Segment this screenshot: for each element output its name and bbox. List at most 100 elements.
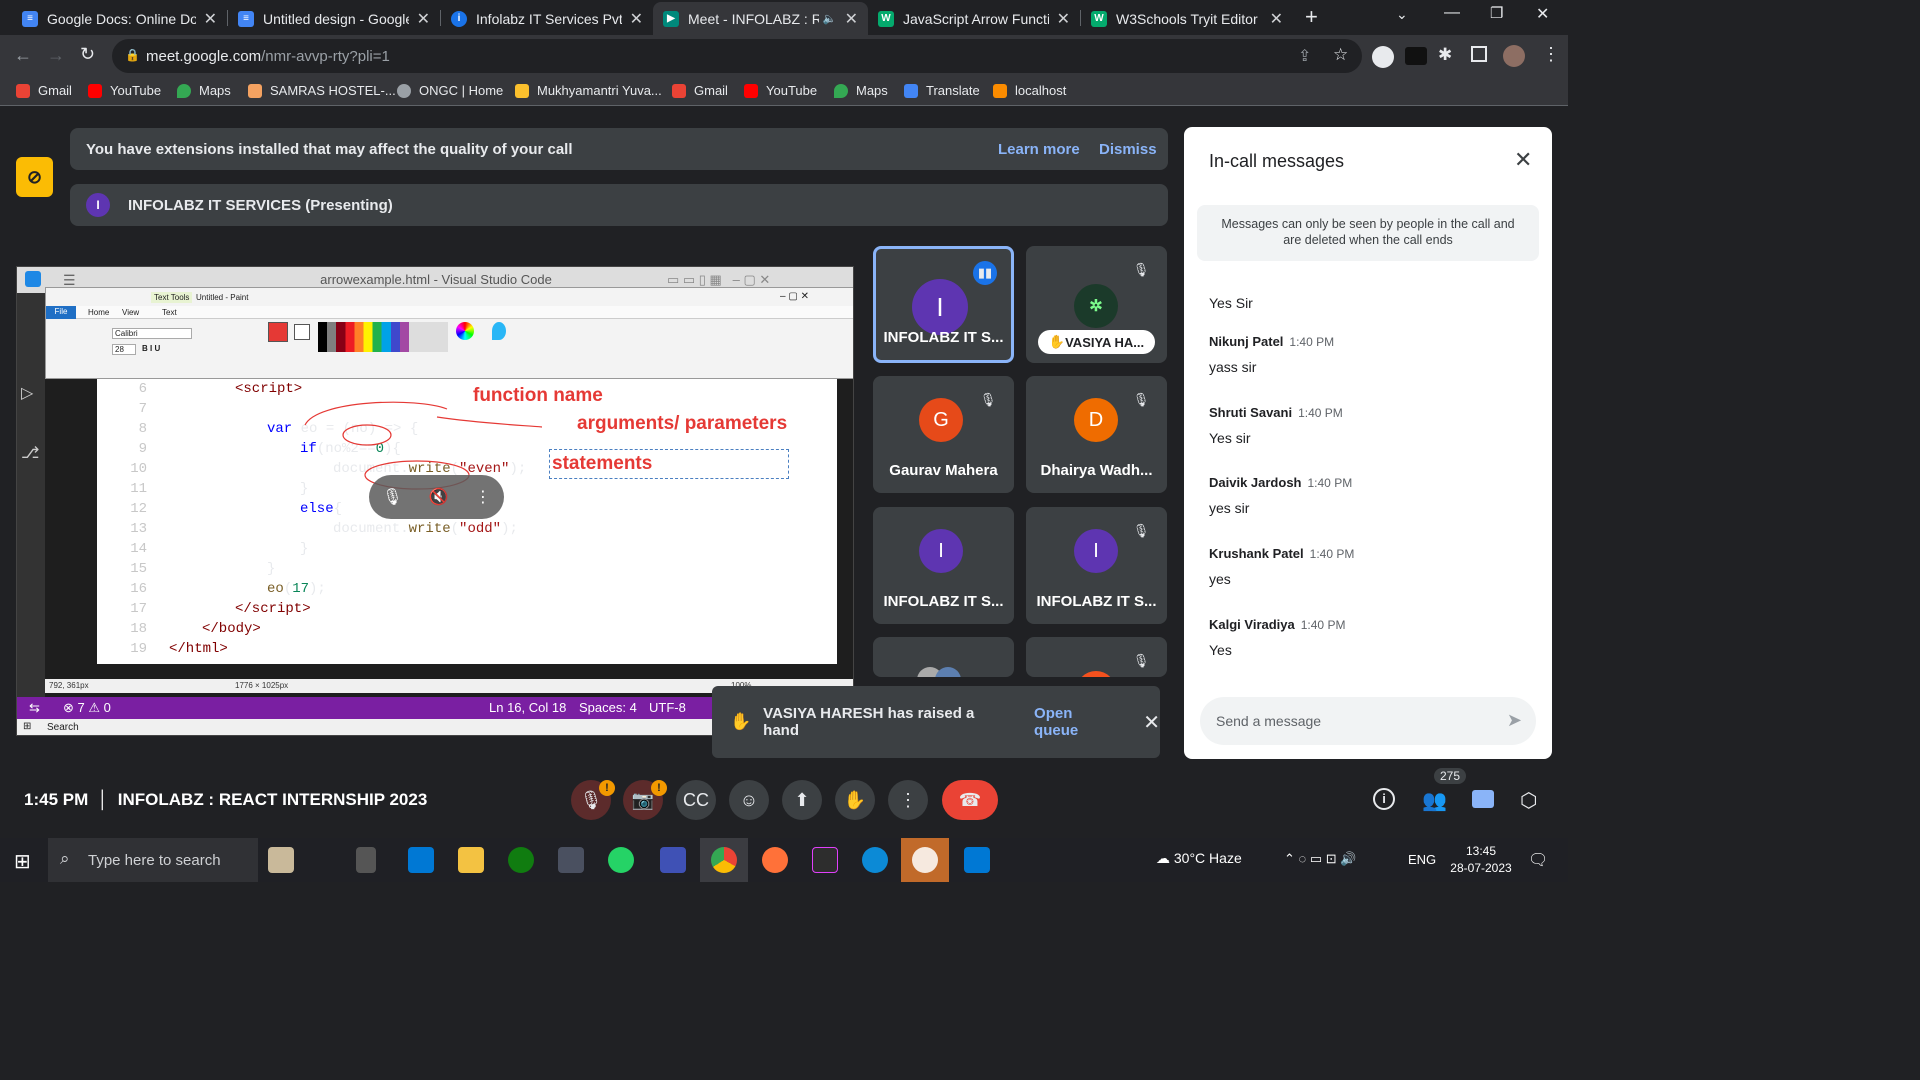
tab-infolabz[interactable]: i Infolabz IT Services Pvt Ltd ✕ xyxy=(441,2,653,35)
taskbar-clock[interactable]: 13:45 28-07-2023 xyxy=(1446,844,1516,875)
share-icon[interactable]: ⇪ xyxy=(1298,46,1311,66)
window-close-button[interactable]: ✕ xyxy=(1536,4,1549,24)
search-highlight-icon[interactable] xyxy=(268,847,294,873)
speaker-off-icon[interactable]: 🔇 xyxy=(429,487,449,507)
vscode-taskbar-icon[interactable] xyxy=(964,847,990,873)
activities-icon[interactable]: ⬡ xyxy=(1520,788,1537,813)
participant-tile[interactable]: I ▮▮ INFOLABZ IT S... xyxy=(873,246,1014,363)
close-icon[interactable]: ✕ xyxy=(1057,9,1070,29)
emoji-button[interactable]: ☺ xyxy=(729,780,769,820)
bookmark-maps-2[interactable]: Maps xyxy=(834,83,888,98)
edit-colors-icon[interactable] xyxy=(456,322,474,340)
file-explorer-icon[interactable] xyxy=(458,847,484,873)
back-icon[interactable]: ← xyxy=(14,45,32,66)
forward-icon[interactable]: → xyxy=(47,45,65,66)
windows-start-icon[interactable]: ⊞ xyxy=(14,849,31,874)
mic-off-icon[interactable]: 🎙 xyxy=(382,487,402,507)
tab-google-docs[interactable]: ≡ Google Docs: Online Docum ✕ xyxy=(12,2,227,35)
captions-button[interactable]: CC xyxy=(676,780,716,820)
minimize-button[interactable]: — xyxy=(1444,4,1460,22)
paint-tab-home[interactable]: Home xyxy=(88,308,109,317)
participant-tile[interactable] xyxy=(873,637,1014,677)
bookmark-translate[interactable]: Translate xyxy=(904,83,980,98)
menu-icon[interactable]: ⋮ xyxy=(1542,44,1560,65)
notifications-icon[interactable]: 🗨 xyxy=(1528,850,1548,870)
address-bar[interactable]: 🔒 meet.google.com/nmr-avvp-rty?pli=1 ⇪ ☆ xyxy=(112,39,1362,73)
cursor-position[interactable]: Ln 16, Col 18 xyxy=(489,700,566,715)
recorder-icon[interactable] xyxy=(912,847,938,873)
participant-tile[interactable]: G 🎙 Gaurav Mahera xyxy=(873,376,1014,493)
learn-more-link[interactable]: Learn more xyxy=(998,141,1080,158)
tab-meet[interactable]: ▶ Meet - INFOLABZ : REA 🔈 ✕ xyxy=(653,2,868,35)
firefox-icon[interactable] xyxy=(762,847,788,873)
terminal-icon[interactable] xyxy=(812,847,838,873)
speaker-icon[interactable]: 🔈 xyxy=(823,12,837,25)
close-icon[interactable]: ✕ xyxy=(1143,710,1160,735)
bookmark-gmail-2[interactable]: Gmail xyxy=(672,83,728,98)
participant-tile[interactable]: ✲ 🎙 ✋ VASIYA HA... xyxy=(1026,246,1167,363)
task-view-icon[interactable] xyxy=(356,847,376,873)
bookmark-maps[interactable]: Maps xyxy=(177,83,231,98)
app-icon[interactable] xyxy=(660,847,686,873)
edge-icon[interactable] xyxy=(862,847,888,873)
errors-indicator[interactable]: ⊗ 7 ⚠ 0 xyxy=(63,700,111,716)
bookmark-youtube-2[interactable]: YouTube xyxy=(744,83,817,98)
side-panel-icon[interactable] xyxy=(1471,46,1487,62)
open-queue-button[interactable]: Open queue xyxy=(1034,705,1119,739)
close-icon[interactable]: ✕ xyxy=(1514,147,1532,173)
tab-untitled-design[interactable]: ≡ Untitled design - Google D ✕ xyxy=(228,2,440,35)
chat-icon[interactable] xyxy=(1472,790,1494,808)
extension-icon[interactable] xyxy=(1405,47,1427,65)
whatsapp-icon[interactable] xyxy=(608,847,634,873)
people-icon[interactable]: 👥 xyxy=(1422,788,1447,813)
info-icon[interactable]: i xyxy=(1373,788,1395,810)
app-icon[interactable] xyxy=(558,847,584,873)
profile-avatar[interactable] xyxy=(1503,45,1525,67)
message-input[interactable]: Send a message ➤ xyxy=(1200,697,1536,745)
new-tab-button[interactable]: + xyxy=(1305,4,1318,30)
close-icon[interactable]: ✕ xyxy=(630,9,643,29)
dismiss-button[interactable]: Dismiss xyxy=(1099,141,1157,158)
close-icon[interactable]: ✕ xyxy=(1270,9,1283,29)
reload-icon[interactable]: ↻ xyxy=(80,44,95,65)
tray-icons[interactable]: ⌃ ◌ ▭ ⊡ 🔊 xyxy=(1284,851,1356,867)
color1-swatch[interactable] xyxy=(268,322,288,342)
more-options-icon[interactable]: ⋮ xyxy=(475,487,491,507)
bookmark-localhost[interactable]: localhost xyxy=(993,83,1066,98)
bookmark-mukhyamantri[interactable]: Mukhyamantri Yuva... xyxy=(515,83,662,98)
paint3d-icon[interactable] xyxy=(492,322,506,340)
chrome-icon[interactable] xyxy=(711,847,737,873)
bookmark-star-icon[interactable]: ☆ xyxy=(1333,45,1348,65)
paint-tab-view[interactable]: View xyxy=(122,308,139,317)
participant-tile[interactable]: D 🎙 Dhairya Wadh... xyxy=(1026,376,1167,493)
close-icon[interactable]: ✕ xyxy=(845,9,858,29)
color2-swatch[interactable] xyxy=(294,324,310,340)
leave-call-button[interactable]: ☎ xyxy=(942,780,998,820)
bold-icon[interactable]: B I U xyxy=(142,344,160,353)
remote-icon[interactable]: ⇆ xyxy=(29,700,40,716)
weather-widget[interactable]: ☁ 30°C Haze xyxy=(1156,850,1242,867)
tab-js-arrow[interactable]: W JavaScript Arrow Function ✕ xyxy=(868,2,1080,35)
taskbar-search[interactable]: ⌕ Type here to search xyxy=(48,838,258,882)
close-icon[interactable]: ✕ xyxy=(417,9,430,29)
more-options-button[interactable]: ⋮ xyxy=(888,780,928,820)
paint-tab-text[interactable]: Text xyxy=(162,308,177,317)
indent-setting[interactable]: Spaces: 4 xyxy=(579,700,637,715)
send-icon[interactable]: ➤ xyxy=(1507,710,1522,731)
mail-icon[interactable] xyxy=(408,847,434,873)
font-size-select[interactable]: 28 xyxy=(112,344,136,355)
participant-tile[interactable]: 🎙 xyxy=(1026,637,1167,677)
bookmark-ongc[interactable]: ONGC | Home xyxy=(397,83,503,98)
participant-tile[interactable]: I INFOLABZ IT S... xyxy=(873,507,1014,624)
bookmark-samras[interactable]: SAMRAS HOSTEL-... xyxy=(248,83,396,98)
font-name-select[interactable]: Calibri xyxy=(112,328,192,339)
tab-w3-tryit[interactable]: W W3Schools Tryit Editor ✕ xyxy=(1081,2,1293,35)
puzzle-icon[interactable]: ✱ xyxy=(1438,45,1452,65)
extension-icon[interactable] xyxy=(1372,46,1394,68)
bookmark-gmail[interactable]: Gmail xyxy=(16,83,72,98)
present-button[interactable]: ⬆ xyxy=(782,780,822,820)
paint-tab-file[interactable]: File xyxy=(46,306,76,319)
participant-tile[interactable]: I 🎙 INFOLABZ IT S... xyxy=(1026,507,1167,624)
close-icon[interactable]: ✕ xyxy=(204,9,217,29)
maximize-button[interactable]: ❐ xyxy=(1490,4,1503,22)
